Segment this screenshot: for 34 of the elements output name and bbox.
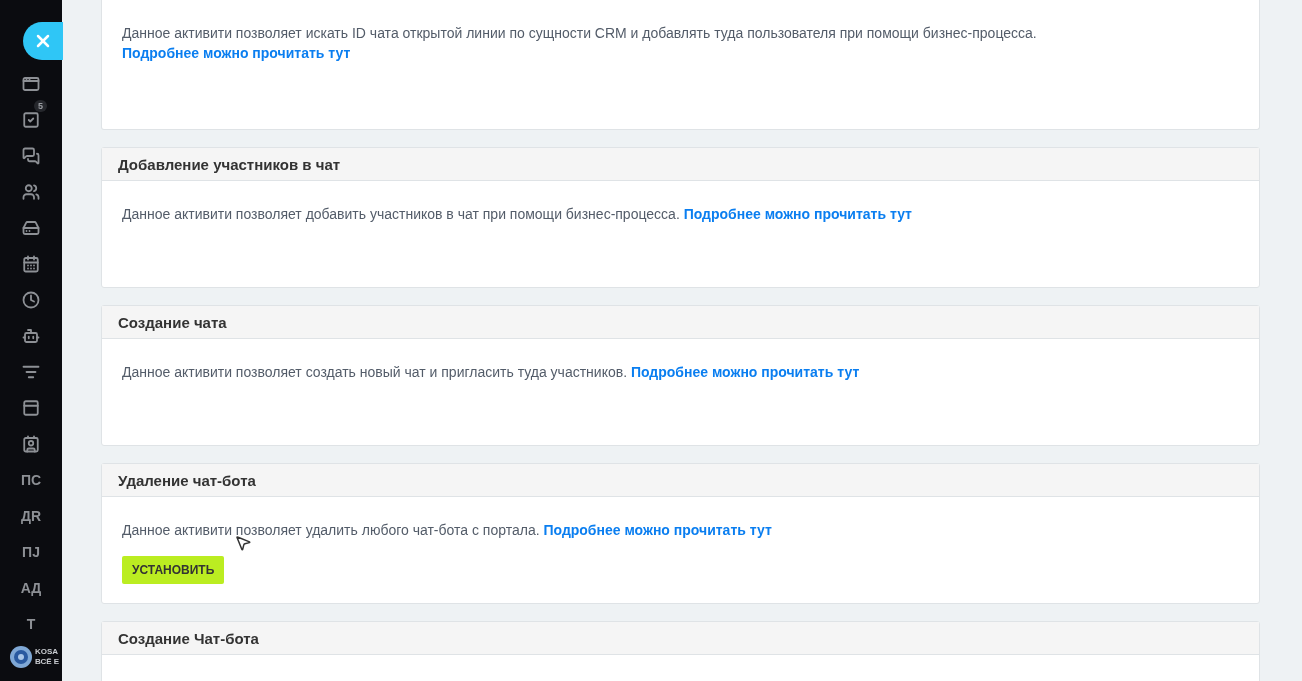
menu-icon[interactable] [22, 327, 40, 345]
menu-icon[interactable] [22, 147, 40, 165]
more-link[interactable]: Подробнее можно прочитать тут [122, 45, 351, 61]
card-description: Данное активити позволяет создать новый чат и пригласить туда участников. Подробнее можно прочитать тут [122, 363, 860, 382]
cursor-icon [234, 534, 252, 552]
menu-icon[interactable] [22, 363, 40, 381]
card-description: Данное активити позволяет удалить любого чат-бота с портала. Подробнее можно прочитать тут [122, 521, 772, 540]
menu-item[interactable]: ДR [20, 508, 42, 524]
card-title: Добавление участников в чат [102, 148, 1259, 181]
menu-icon[interactable] [22, 219, 40, 237]
card-title: Создание Чат-бота [102, 622, 1259, 655]
menu-icon[interactable] [22, 291, 40, 309]
menu-icon[interactable] [22, 75, 40, 93]
card-description: Данное активити позволяет искать ID чата открытой линии по сущности CRM и добавлять туда пользователя при помощи бизнес-процесса. Подробнее можно прочитать тут [122, 24, 1038, 63]
menu-icon[interactable] [22, 111, 40, 129]
card-description: Данное активити позволяет добавить участников в чат при помощи бизнес-процесса. Подробнее можно прочитать тут [122, 205, 912, 224]
more-link[interactable]: Подробнее можно прочитать тут [683, 206, 912, 222]
menu-icon[interactable] [22, 255, 40, 273]
menu-icon[interactable] [22, 183, 40, 201]
more-link[interactable]: Подробнее можно прочитать тут [630, 364, 860, 380]
card-title: Создание чата [102, 306, 1259, 339]
menu-item[interactable]: Т [26, 616, 36, 632]
menu-icon[interactable] [22, 399, 40, 417]
card-title: Удаление чат-бота [102, 464, 1259, 497]
more-link[interactable]: Подробнее можно прочитать тут [543, 522, 772, 538]
menu-item[interactable]: АД [20, 580, 42, 596]
close-button[interactable] [23, 22, 63, 60]
logo-icon [10, 646, 32, 668]
install-button[interactable]: УСТАНОВИТЬ [122, 556, 225, 584]
menu-icon[interactable] [22, 435, 40, 453]
menu-item[interactable]: ПС [20, 472, 42, 488]
menu-item[interactable]: ПЈ [22, 544, 40, 560]
logo-text: KOSA ВСЁ Е [35, 647, 60, 667]
counter-badge: 5 [34, 100, 47, 112]
